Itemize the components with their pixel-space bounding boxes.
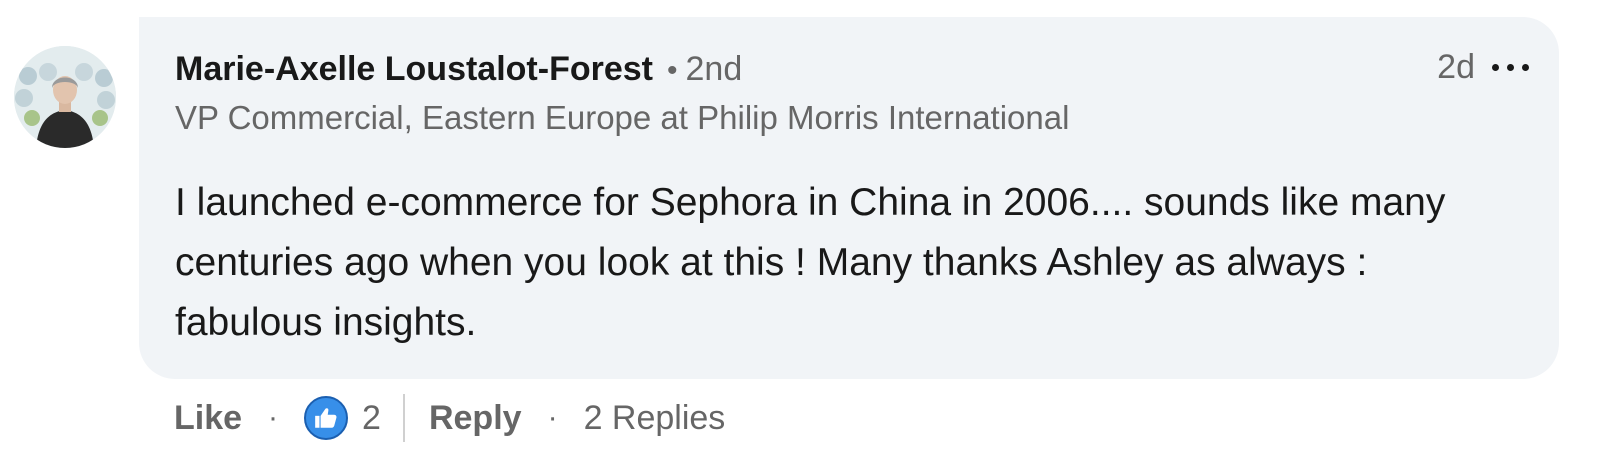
avatar-photo bbox=[14, 46, 116, 148]
timestamp: 2d bbox=[1437, 48, 1475, 86]
replies-link[interactable]: 2 Replies bbox=[584, 399, 726, 438]
author-line: Marie-Axelle Loustalot-Forest • 2nd bbox=[175, 50, 742, 89]
divider bbox=[402, 394, 405, 442]
comment-bubble: Marie-Axelle Loustalot-Forest • 2nd VP C… bbox=[139, 17, 1559, 379]
degree-separator: • bbox=[666, 54, 678, 87]
separator-dot: · bbox=[547, 401, 558, 434]
avatar[interactable] bbox=[14, 46, 116, 148]
comment-text: I launched e-commerce for Sephora in Chi… bbox=[175, 181, 1446, 344]
separator-dot: · bbox=[268, 401, 279, 434]
like-button[interactable]: Like bbox=[174, 399, 242, 438]
reactions-summary[interactable]: 2 bbox=[304, 396, 381, 440]
ellipsis-icon bbox=[1491, 63, 1499, 71]
comment: Marie-Axelle Loustalot-Forest • 2nd VP C… bbox=[0, 0, 1600, 462]
author-headline: VP Commercial, Eastern Europe at Philip … bbox=[175, 99, 1070, 136]
ellipsis-icon bbox=[1506, 63, 1514, 71]
reply-button[interactable]: Reply bbox=[429, 399, 522, 438]
comment-actions: Like · 2 Reply · 2 Replies bbox=[174, 390, 725, 446]
author-name[interactable]: Marie-Axelle Loustalot-Forest bbox=[175, 50, 653, 89]
ellipsis-icon bbox=[1521, 63, 1529, 71]
more-options-button[interactable] bbox=[1485, 47, 1535, 87]
connection-degree: 2nd bbox=[685, 50, 743, 88]
thumbs-up-icon bbox=[304, 396, 349, 440]
reaction-count: 2 bbox=[362, 398, 381, 437]
